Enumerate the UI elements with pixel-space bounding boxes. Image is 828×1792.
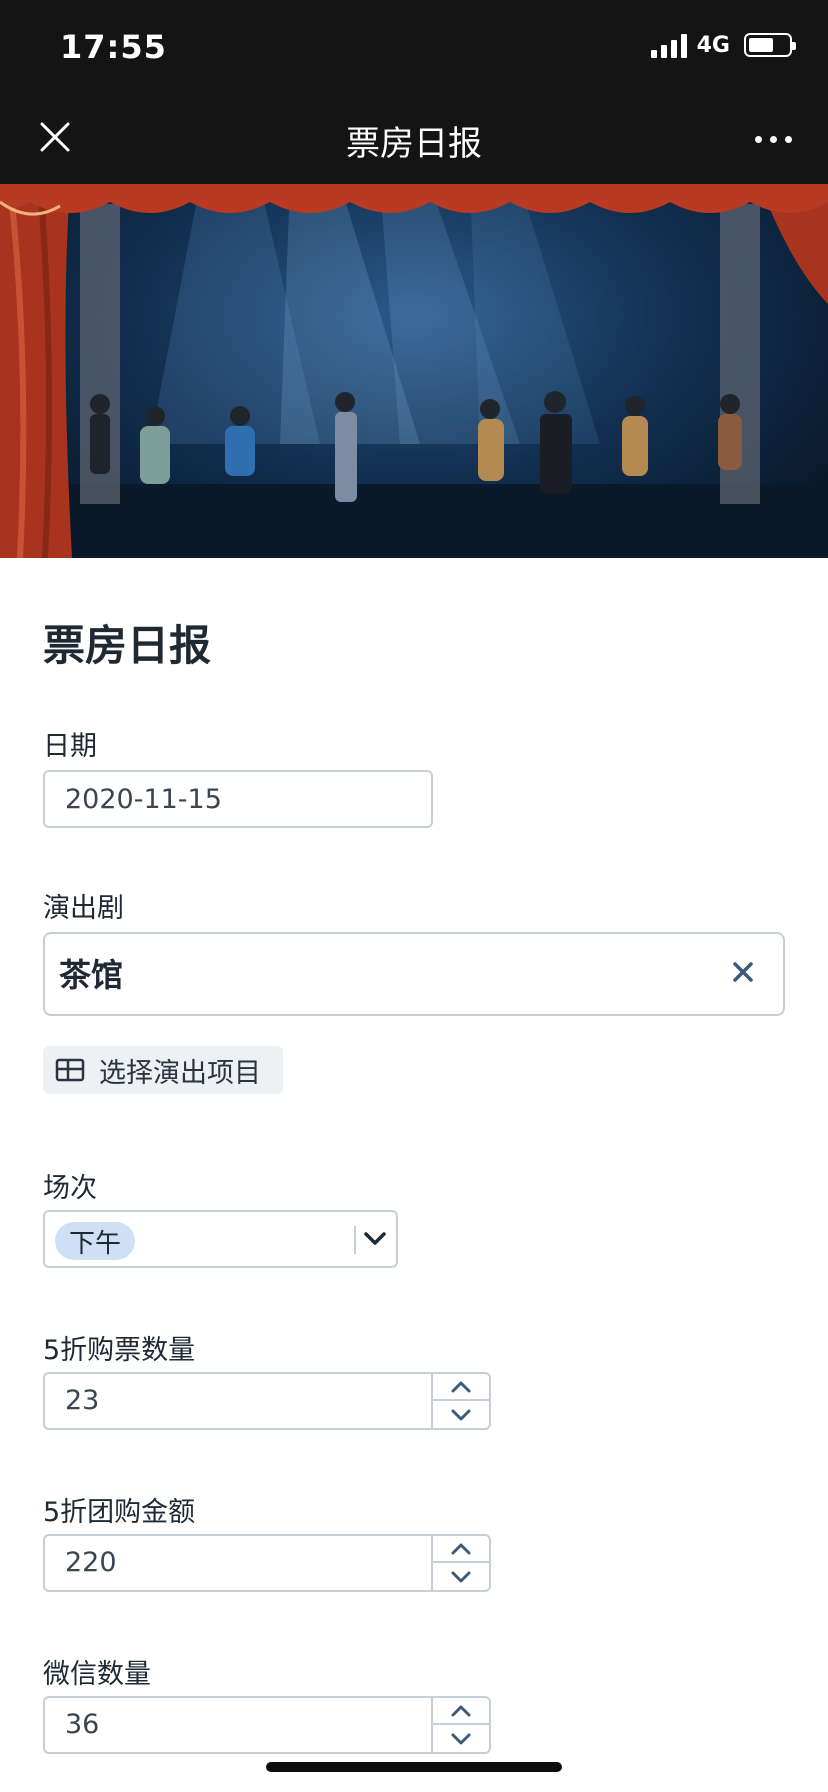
chevron-down-icon[interactable] bbox=[362, 1228, 388, 1250]
wechat-count-label: 微信数量 bbox=[43, 1659, 151, 1690]
chevron-down-icon bbox=[451, 1409, 471, 1420]
half-price-tickets-stepper[interactable]: 23 bbox=[43, 1372, 491, 1430]
chevron-up-icon bbox=[451, 1381, 471, 1392]
status-indicators: 4G bbox=[650, 32, 796, 58]
close-icon[interactable] bbox=[729, 958, 757, 986]
form-title: 票房日报 bbox=[43, 621, 212, 670]
chevron-down-icon bbox=[451, 1571, 471, 1582]
half-price-group-amount-stepper[interactable]: 220 bbox=[43, 1534, 491, 1592]
choose-show-button[interactable]: 选择演出项目 bbox=[43, 1046, 283, 1094]
half-price-tickets-value: 23 bbox=[65, 1385, 100, 1416]
increment-button[interactable] bbox=[433, 1536, 489, 1563]
show-label: 演出剧 bbox=[43, 893, 124, 924]
banner-image bbox=[0, 184, 828, 558]
divider bbox=[354, 1226, 356, 1254]
more-dots-icon[interactable] bbox=[755, 136, 792, 143]
session-tag: 下午 bbox=[55, 1222, 136, 1260]
decrement-button[interactable] bbox=[433, 1563, 489, 1590]
home-indicator[interactable] bbox=[266, 1762, 562, 1772]
wechat-count-stepper[interactable]: 36 bbox=[43, 1696, 491, 1754]
session-label: 场次 bbox=[43, 1173, 97, 1204]
signal-icon bbox=[650, 32, 687, 58]
half-price-tickets-label: 5折购票数量 bbox=[43, 1335, 196, 1366]
table-grid-icon bbox=[55, 1058, 85, 1082]
session-select[interactable]: 下午 bbox=[43, 1210, 398, 1268]
increment-button[interactable] bbox=[433, 1374, 489, 1401]
chevron-down-icon bbox=[451, 1733, 471, 1744]
date-label: 日期 bbox=[43, 731, 97, 762]
status-time: 17:55 bbox=[60, 28, 167, 66]
decrement-button[interactable] bbox=[433, 1401, 489, 1428]
show-field[interactable]: 茶馆 bbox=[43, 932, 785, 1016]
wechat-count-value: 36 bbox=[65, 1709, 100, 1740]
choose-show-label: 选择演出项目 bbox=[99, 1057, 261, 1089]
network-type: 4G bbox=[696, 32, 730, 58]
chevron-up-icon bbox=[451, 1705, 471, 1716]
half-price-group-amount-value: 220 bbox=[65, 1547, 117, 1578]
top-bar: 17:55 4G 票房日报 bbox=[0, 0, 828, 184]
decrement-button[interactable] bbox=[433, 1725, 489, 1752]
half-price-group-amount-label: 5折团购金额 bbox=[43, 1497, 196, 1528]
date-field[interactable]: 2020-11-15 bbox=[43, 770, 433, 828]
chevron-up-icon bbox=[451, 1543, 471, 1554]
nav-title: 票房日报 bbox=[346, 124, 482, 164]
battery-icon bbox=[744, 33, 796, 57]
increment-button[interactable] bbox=[433, 1698, 489, 1725]
show-value: 茶馆 bbox=[59, 956, 124, 994]
